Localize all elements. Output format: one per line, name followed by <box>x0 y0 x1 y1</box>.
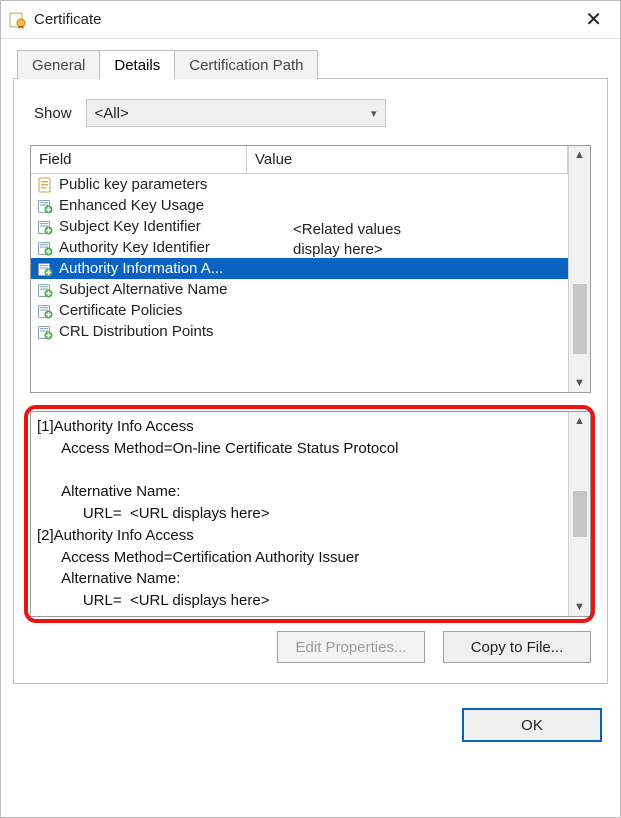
detail-scrollbar[interactable]: ▲ ▼ <box>568 412 590 616</box>
extension-icon <box>37 324 53 340</box>
extension-icon <box>37 261 53 277</box>
chevron-down-icon: ▾ <box>371 107 377 120</box>
column-header-field[interactable]: Field <box>31 146 247 173</box>
tab-panel-details: Show <All> ▾ Field Value Public key para… <box>13 78 608 684</box>
scroll-up-icon[interactable]: ▲ <box>574 415 585 427</box>
show-row: Show <All> ▾ <box>34 99 591 127</box>
extension-icon <box>37 303 53 319</box>
list-scrollbar[interactable]: ▲ ▼ <box>568 146 590 392</box>
field-row[interactable]: CRL Distribution Points <box>31 321 568 342</box>
scroll-thumb[interactable] <box>573 284 587 354</box>
list-body: Public key parameters Enhanced Key Usage S… <box>31 174 568 392</box>
close-button[interactable]: ✕ <box>577 8 610 32</box>
certificate-icon <box>9 11 27 29</box>
field-listbox: Field Value Public key parameters Enhance… <box>30 145 591 393</box>
copy-to-file-button[interactable]: Copy to File... <box>443 631 591 663</box>
field-row-label: Subject Key Identifier <box>59 218 201 235</box>
button-row: Edit Properties... Copy to File... <box>30 631 591 663</box>
document-icon <box>37 177 53 193</box>
titlebar: Certificate ✕ <box>1 1 620 39</box>
field-row[interactable]: Certificate Policies <box>31 300 568 321</box>
field-row-label: Authority Key Identifier <box>59 239 210 256</box>
scroll-down-icon[interactable]: ▼ <box>574 377 585 389</box>
extension-icon <box>37 219 53 235</box>
field-row-label: Public key parameters <box>59 176 207 193</box>
field-row-label: Enhanced Key Usage <box>59 197 204 214</box>
detail-text[interactable]: [1]Authority Info Access Access Method=O… <box>31 412 568 616</box>
edit-properties-button: Edit Properties... <box>277 631 425 663</box>
client-area: General Details Certification Path Show … <box>1 39 620 696</box>
show-label: Show <box>34 105 72 122</box>
field-row-label: Subject Alternative Name <box>59 281 227 298</box>
field-row[interactable]: Authority Information A... <box>31 258 568 279</box>
ok-button[interactable]: OK <box>462 708 602 742</box>
show-select-value: <All> <box>95 105 129 122</box>
scroll-down-icon[interactable]: ▼ <box>574 601 585 613</box>
list-header: Field Value <box>31 146 568 174</box>
window-title: Certificate <box>34 11 102 28</box>
scroll-up-icon[interactable]: ▲ <box>574 149 585 161</box>
tab-certification-path[interactable]: Certification Path <box>174 50 318 79</box>
field-row[interactable]: Subject Alternative Name <box>31 279 568 300</box>
scroll-thumb[interactable] <box>573 491 587 537</box>
tab-strip: General Details Certification Path <box>17 49 608 78</box>
tab-details[interactable]: Details <box>99 50 175 79</box>
ok-row: OK <box>1 696 620 758</box>
field-row[interactable]: Enhanced Key Usage <box>31 195 568 216</box>
field-row-label: Certificate Policies <box>59 302 182 319</box>
extension-icon <box>37 198 53 214</box>
titlebar-left: Certificate <box>9 11 102 29</box>
tab-general[interactable]: General <box>17 50 100 79</box>
field-row-label: Authority Information A... <box>59 260 223 277</box>
value-placeholder: <Related values display here> <box>293 220 401 261</box>
field-row-label: CRL Distribution Points <box>59 323 214 340</box>
detail-wrap: [1]Authority Info Access Access Method=O… <box>30 411 591 617</box>
column-header-value[interactable]: Value <box>247 146 568 173</box>
extension-icon <box>37 282 53 298</box>
show-select[interactable]: <All> ▾ <box>86 99 386 127</box>
extension-icon <box>37 240 53 256</box>
detail-box: [1]Authority Info Access Access Method=O… <box>30 411 591 617</box>
field-row[interactable]: Public key parameters <box>31 174 568 195</box>
